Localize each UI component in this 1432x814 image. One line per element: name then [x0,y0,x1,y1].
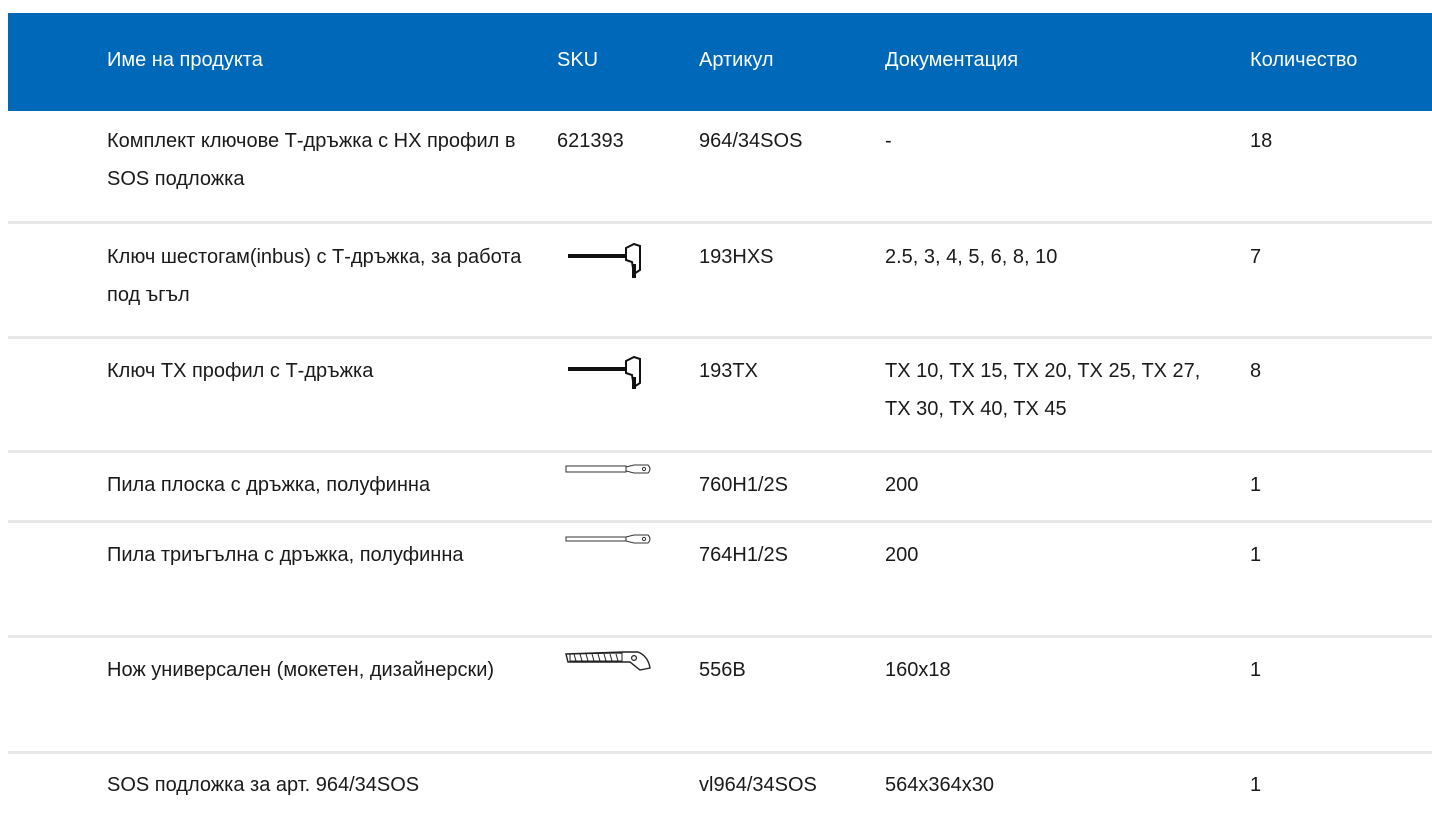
table-row[interactable]: Ключ шестогам(inbus) с Т-дръжка, за рабо… [8,224,1432,339]
quantity-value: 1 [1250,659,1262,681]
table-row[interactable]: Нож универсален (мокетен, дизайнерски) 5… [8,638,1432,754]
column-header-article[interactable]: Артикул [699,48,774,72]
product-name-link[interactable]: Нож универсален (мокетен, дизайнерски) [107,651,527,689]
column-header-name[interactable]: Име на продукта [107,48,527,72]
quantity-value: 1 [1250,474,1262,496]
article-value: 193HXS [699,246,774,268]
article-value: 964/34SOS [699,130,803,152]
quantity-value: 1 [1250,774,1262,796]
sku-value: 621393 [557,130,624,152]
documentation-value: TX 10, TX 15, TX 20, TX 25, TX 27, TX 30… [885,360,1201,420]
t-handle-key-icon[interactable] [564,351,644,391]
quantity-value: 1 [1250,544,1262,566]
product-name-link[interactable]: SOS подложка за арт. 964/34SOS [107,766,527,804]
product-table: Име на продукта SKU Артикул Документация… [8,13,1432,814]
quantity-value: 7 [1250,246,1262,268]
column-header-sku[interactable]: SKU [557,48,598,72]
column-header-documentation[interactable]: Документация [885,48,1225,72]
table-row[interactable]: SOS подложка за арт. 964/34SOS vl964/34S… [8,754,1432,814]
product-name-link[interactable]: Комплект ключове Т-дръжка с HX профил в … [107,122,527,198]
documentation-value: 2.5, 3, 4, 5, 6, 8, 10 [885,246,1058,268]
documentation-value: 200 [885,544,919,566]
product-name-link[interactable]: Пила плоска с дръжка, полуфинна [107,466,527,504]
column-header-quantity[interactable]: Количество [1250,48,1357,72]
article-value: 556B [699,659,746,681]
quantity-value: 18 [1250,130,1273,152]
product-name-link[interactable]: Пила триъгълна с дръжка, полуфинна [107,536,527,574]
flat-file-icon[interactable] [564,462,654,476]
article-value: 193TX [699,360,758,382]
utility-knife-icon[interactable] [564,648,654,674]
article-value: vl964/34SOS [699,774,817,796]
article-value: 760H1/2S [699,474,788,496]
table-row[interactable]: Ключ ТХ профил с Т-дръжка 193TX TX 10, T… [8,339,1432,453]
table-row[interactable]: Пила плоска с дръжка, полуфинна 760H1/2S… [8,453,1432,523]
table-header: Име на продукта SKU Артикул Документация… [8,13,1432,111]
t-handle-key-icon[interactable] [564,240,644,280]
product-name-link[interactable]: Ключ ТХ профил с Т-дръжка [107,352,527,390]
triangular-file-icon[interactable] [564,532,654,546]
table-row[interactable]: Комплект ключове Т-дръжка с HX профил в … [8,111,1432,224]
product-name-link[interactable]: Ключ шестогам(inbus) с Т-дръжка, за рабо… [107,238,527,314]
documentation-value: - [885,130,892,152]
documentation-value: 564x364x30 [885,774,994,796]
table-row[interactable]: Пила триъгълна с дръжка, полуфинна 764H1… [8,523,1432,638]
article-value: 764H1/2S [699,544,788,566]
quantity-value: 8 [1250,360,1262,382]
documentation-value: 200 [885,474,919,496]
documentation-value: 160x18 [885,659,951,681]
